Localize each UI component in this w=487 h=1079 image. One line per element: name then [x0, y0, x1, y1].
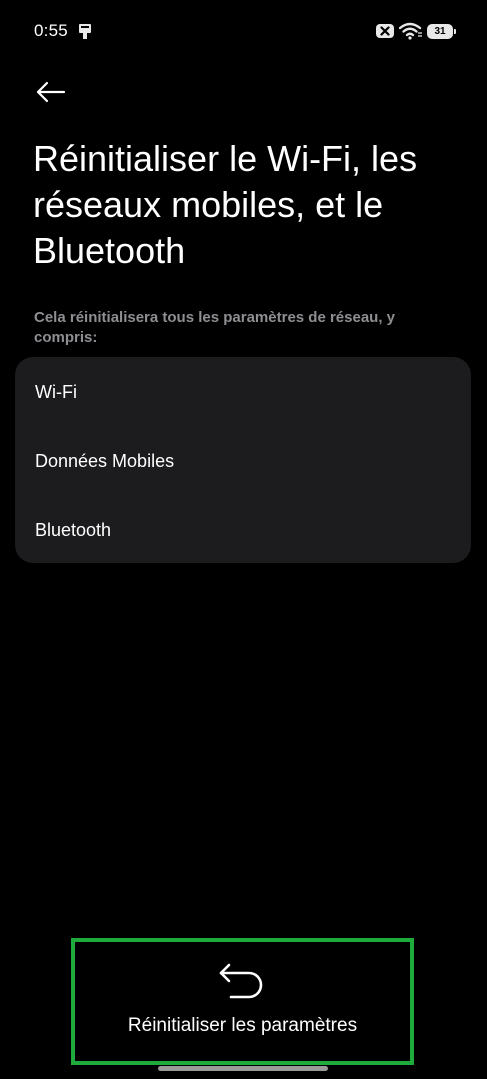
list-item-bluetooth: Bluetooth: [35, 520, 112, 540]
undo-arrow-icon: [219, 963, 262, 999]
status-time: 0:55: [34, 21, 68, 40]
home-indicator[interactable]: [158, 1066, 328, 1071]
notification-app-icon: [79, 24, 91, 39]
reset-settings-button[interactable]: Réinitialiser les paramètres: [75, 942, 410, 1061]
list-item-mobile-data: Données Mobiles: [35, 451, 175, 471]
sim-no-signal-icon: [376, 24, 394, 38]
reset-description: Cela réinitialisera tous les paramètres …: [34, 309, 396, 346]
battery-icon: 31: [427, 23, 456, 39]
status-bar: 0:55 31: [0, 0, 487, 62]
reset-settings-label: Réinitialiser les paramètres: [127, 1015, 358, 1036]
list-item-wifi: Wi-Fi: [35, 382, 77, 402]
arrow-left-icon: [36, 81, 66, 103]
page-title: Réinitialiser le Wi-Fi, les réseaux mobi…: [33, 138, 418, 271]
wifi-icon: [399, 22, 422, 40]
reset-items-card: Wi-Fi Données Mobiles Bluetooth: [15, 357, 471, 563]
back-button[interactable]: [28, 72, 72, 112]
battery-level: 31: [434, 25, 446, 37]
status-icons: 31: [375, 21, 456, 41]
